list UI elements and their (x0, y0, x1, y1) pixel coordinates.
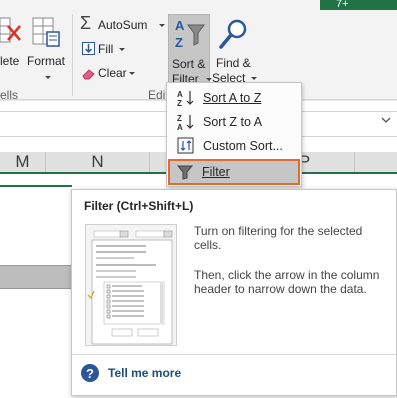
selected-row[interactable] (0, 265, 72, 289)
chevron-down-icon (129, 72, 135, 75)
sort-z-a-icon: Z A (177, 113, 195, 132)
svg-text:Z: Z (177, 114, 182, 123)
svg-text:?: ? (86, 366, 94, 381)
eraser-icon (82, 68, 96, 83)
column-header-m[interactable]: M (0, 152, 46, 172)
selected-cell-border (0, 185, 72, 187)
tooltip-desc-1: Turn on filtering for the selected cells… (194, 224, 363, 252)
tooltip-desc-2: Then, click the arrow in the column head… (194, 268, 380, 296)
sort-filter-label-1: Sort & (172, 57, 206, 71)
tell-me-more-label: Tell me more (108, 366, 182, 380)
menu-item-sort-z-a[interactable]: Z A Sort Z to A (169, 110, 299, 134)
account-area: 7+ (320, 0, 397, 10)
autosum-label: AutoSum (98, 18, 148, 32)
column-header-n[interactable]: N (46, 152, 150, 172)
sort-filter-icon: A Z (174, 17, 206, 54)
fill-button[interactable]: Fill (80, 40, 140, 60)
title-strip: 7+ (0, 0, 397, 10)
menu-label: Sort Z to A (203, 115, 263, 129)
format-label: Format (27, 54, 66, 68)
chevron-down-icon (27, 70, 65, 84)
svg-text:Z: Z (177, 99, 182, 107)
menu-label: Sort A to Z (203, 91, 262, 105)
menu-item-sort-a-z[interactable]: A Z Sort A to Z (169, 86, 299, 110)
sort-a-z-icon: A Z (177, 89, 195, 108)
tooltip-description: Turn on filtering for the selected cells… (194, 224, 390, 312)
sort-filter-button[interactable]: A Z Sort & Filter (168, 14, 212, 86)
menu-label: Filter (202, 165, 230, 179)
chevron-down-icon (251, 77, 257, 80)
filter-icon (176, 163, 194, 181)
find-select-label-1: Find & (216, 56, 251, 70)
delete-cells-icon[interactable] (0, 16, 22, 53)
svg-text:A: A (177, 90, 183, 99)
format-button[interactable]: Format (27, 54, 65, 84)
clear-button[interactable]: Clear (80, 64, 140, 84)
format-cells-icon[interactable] (31, 14, 63, 53)
expand-formula-bar-icon[interactable] (381, 115, 391, 127)
clear-label: Clear (98, 66, 127, 80)
custom-sort-icon (177, 137, 195, 155)
find-select-button[interactable]: Find & Select (212, 14, 258, 86)
filter-preview-image (85, 224, 177, 346)
sigma-icon: Σ (80, 13, 92, 33)
svg-text:Z: Z (175, 35, 183, 50)
cells-group-label: ells (0, 88, 19, 102)
fill-label: Fill (98, 42, 114, 56)
fill-down-icon (82, 42, 95, 55)
chevron-down-icon (159, 24, 165, 27)
help-icon: ? (80, 363, 100, 386)
filter-tooltip: Filter (Ctrl+Shift+L) Turn on filtering … (71, 189, 397, 396)
magnifier-icon (218, 18, 248, 53)
chevron-down-icon (119, 48, 125, 51)
group-divider (72, 14, 73, 96)
tooltip-divider (72, 354, 396, 355)
menu-label: Custom Sort... (203, 139, 283, 153)
menu-item-custom-sort[interactable]: Custom Sort... (169, 134, 299, 158)
tooltip-title: Filter (Ctrl+Shift+L) (84, 199, 194, 213)
autosum-button[interactable]: Σ AutoSum (80, 13, 165, 36)
svg-text:A: A (177, 123, 183, 131)
menu-item-filter[interactable]: Filter (168, 159, 300, 185)
delete-button[interactable]: lete (0, 54, 19, 68)
svg-text:A: A (175, 18, 185, 33)
sort-filter-menu: A Z Sort A to Z Z A Sort Z to A Custom S… (166, 82, 302, 187)
